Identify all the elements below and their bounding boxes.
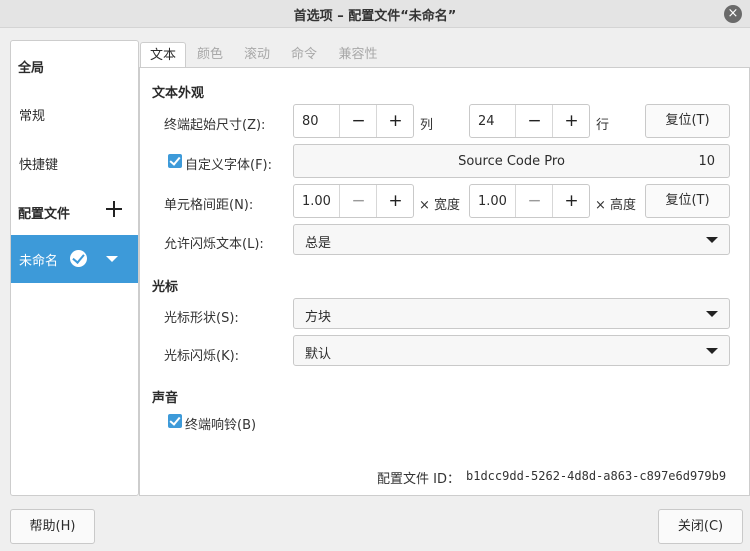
profile-name: 未命名 — [19, 254, 59, 269]
rows-value[interactable]: 24 — [478, 114, 495, 129]
terminal-bell-checkbox[interactable] — [168, 414, 182, 428]
close-button[interactable]: 关闭(C) — [658, 509, 743, 544]
font-chooser-button[interactable]: Source Code Pro 10 — [293, 144, 730, 178]
columns-decrease-button[interactable]: − — [339, 105, 377, 137]
custom-font-checkbox[interactable] — [168, 154, 182, 168]
cursor-shape-select[interactable]: 方块 — [293, 298, 730, 329]
columns-spinner[interactable]: 80 − + — [293, 104, 414, 138]
font-name: Source Code Pro — [458, 154, 565, 169]
width-spacing-spinner[interactable]: 1.00 − + — [293, 184, 414, 218]
rows-unit: 行 — [596, 118, 610, 133]
sidebar-heading-global: 全局 — [18, 61, 45, 76]
tab-scrolling[interactable]: 滚动 — [237, 42, 277, 68]
cursor-blink-select[interactable]: 默认 — [293, 335, 730, 366]
profile-id-value: b1dcc9dd-5262-4d8d-a863-c897e6d979b9 — [466, 469, 727, 483]
width-spacing-value[interactable]: 1.00 — [302, 194, 331, 209]
chevron-down-icon — [706, 348, 718, 354]
cell-spacing-label: 单元格间距(N): — [164, 198, 254, 213]
height-spacing-increase-button[interactable]: + — [552, 185, 590, 217]
terminal-bell-label: 终端响铃(B) — [185, 418, 257, 433]
height-unit: × 高度 — [595, 198, 637, 213]
tab-colors[interactable]: 颜色 — [190, 42, 230, 68]
width-spacing-increase-button[interactable]: + — [376, 185, 414, 217]
sidebar-heading-profiles: 配置文件 — [18, 207, 71, 222]
default-profile-check-icon — [70, 250, 87, 267]
columns-increase-button[interactable]: + — [376, 105, 414, 137]
font-size: 10 — [698, 154, 715, 169]
add-profile-icon[interactable] — [104, 199, 124, 219]
section-cursor: 光标 — [152, 280, 179, 295]
section-sound: 声音 — [152, 391, 179, 406]
sidebar: 全局 常规 快捷键 配置文件 未命名 — [10, 40, 139, 496]
profile-id-label: 配置文件 ID： — [377, 472, 460, 487]
sidebar-item-profile[interactable]: 未命名 — [11, 235, 138, 283]
blink-text-value: 总是 — [305, 236, 332, 251]
blink-text-label: 允许闪烁文本(L): — [164, 237, 264, 252]
height-spacing-value[interactable]: 1.00 — [478, 194, 507, 209]
title-bar: 首选项 – 配置文件“未命名” × — [0, 0, 750, 28]
sidebar-item-general[interactable]: 常规 — [19, 105, 45, 124]
columns-unit: 列 — [420, 118, 434, 133]
sidebar-item-shortcuts[interactable]: 快捷键 — [19, 154, 58, 173]
tab-compatibility[interactable]: 兼容性 — [331, 42, 385, 68]
blink-text-select[interactable]: 总是 — [293, 224, 730, 255]
rows-spinner[interactable]: 24 − + — [469, 104, 590, 138]
initial-size-label: 终端起始尺寸(Z): — [164, 118, 266, 133]
tab-text[interactable]: 文本 — [140, 42, 186, 69]
height-spacing-decrease-button[interactable]: − — [515, 185, 553, 217]
window-title: 首选项 – 配置文件“未命名” — [293, 9, 457, 24]
help-button[interactable]: 帮助(H) — [10, 509, 95, 544]
section-text-appearance: 文本外观 — [152, 86, 205, 101]
profile-menu-chevron-down-icon[interactable] — [106, 256, 118, 262]
reset-size-button[interactable]: 复位(T) — [645, 104, 730, 138]
tab-command[interactable]: 命令 — [284, 42, 324, 68]
height-spacing-spinner[interactable]: 1.00 − + — [469, 184, 590, 218]
width-unit: × 宽度 — [419, 198, 461, 213]
cursor-blink-label: 光标闪烁(K): — [164, 349, 240, 364]
chevron-down-icon — [706, 237, 718, 243]
chevron-down-icon — [706, 311, 718, 317]
rows-decrease-button[interactable]: − — [515, 105, 553, 137]
close-window-icon[interactable]: × — [724, 5, 742, 23]
rows-increase-button[interactable]: + — [552, 105, 590, 137]
columns-value[interactable]: 80 — [302, 114, 319, 129]
custom-font-label: 自定义字体(F): — [185, 158, 273, 173]
width-spacing-decrease-button[interactable]: − — [339, 185, 377, 217]
reset-spacing-button[interactable]: 复位(T) — [645, 184, 730, 218]
cursor-shape-value: 方块 — [305, 310, 332, 325]
cursor-blink-value: 默认 — [305, 347, 332, 362]
cursor-shape-label: 光标形状(S): — [164, 311, 239, 326]
